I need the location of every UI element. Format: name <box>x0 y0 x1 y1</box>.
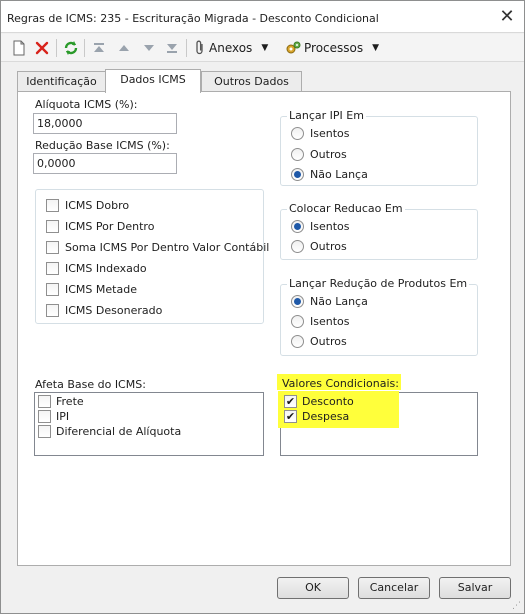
checkbox-checked[interactable]: ✔ <box>284 395 297 408</box>
paperclip-icon <box>196 40 203 55</box>
aliquota-input[interactable]: 18,0000 <box>33 113 177 134</box>
afeta-base-label: Afeta Base do ICMS: <box>35 378 146 391</box>
title-bar: Regras de ICMS: 235 - Escrituração Migra… <box>1 1 524 33</box>
afeta-base-list: Frete IPI Diferencial de Alíquota <box>34 392 264 456</box>
checkbox[interactable] <box>46 262 59 275</box>
radio[interactable] <box>291 240 304 253</box>
new-icon[interactable] <box>9 38 29 58</box>
list-item-label: Diferencial de Alíquota <box>56 425 182 438</box>
list-item[interactable]: ✔ Desconto <box>284 395 354 408</box>
list-item-label: Frete <box>56 395 84 408</box>
checkbox-icms-indexado[interactable]: ICMS Indexado <box>46 262 147 275</box>
dialog-window: Regras de ICMS: 235 - Escrituração Migra… <box>0 0 525 614</box>
next-icon[interactable] <box>139 38 159 58</box>
checkbox[interactable] <box>46 220 59 233</box>
radio-produtos-outros[interactable]: Outros <box>291 335 347 348</box>
list-item-label: Desconto <box>302 395 354 408</box>
radio-label: Outros <box>310 148 347 161</box>
checkbox-label: ICMS Metade <box>65 283 137 296</box>
lancar-ipi-title: Lançar IPI Em <box>287 109 366 122</box>
lancar-ipi-group: Lançar IPI Em Isentos Outros Não Lança <box>280 109 478 186</box>
reducao-input[interactable]: 0,0000 <box>33 153 177 174</box>
anexos-menu[interactable]: Anexos ▼ <box>194 38 268 58</box>
checkbox-label: ICMS Indexado <box>65 262 147 275</box>
checkbox-checked[interactable]: ✔ <box>284 410 297 423</box>
colocar-reducao-group: Colocar Reducao Em Isentos Outros <box>280 202 478 260</box>
radio[interactable] <box>291 220 304 233</box>
radio[interactable] <box>291 127 304 140</box>
lancar-reducao-produtos-group: Lançar Redução de Produtos Em Não Lança … <box>280 277 478 356</box>
tab-dados-icms[interactable]: Dados ICMS <box>105 69 201 93</box>
valores-condicionais-list: ✔ Desconto ✔ Despesa <box>278 391 478 456</box>
checkbox-label: ICMS Dobro <box>65 199 130 212</box>
toolbar: Anexos ▼ Processos ▼ <box>1 34 524 62</box>
refresh-icon[interactable] <box>61 38 81 58</box>
delete-icon[interactable] <box>32 38 52 58</box>
checkbox-icms-dobro[interactable]: ICMS Dobro <box>46 199 129 212</box>
checkbox-label: ICMS Por Dentro <box>65 220 155 233</box>
gears-icon <box>286 41 301 54</box>
chevron-down-icon: ▼ <box>261 43 269 53</box>
list-item-label: IPI <box>56 410 70 423</box>
first-icon[interactable] <box>89 38 109 58</box>
radio-label: Isentos <box>310 315 350 328</box>
checkbox[interactable] <box>38 410 51 423</box>
aliquota-label: Alíquota ICMS (%): <box>35 98 138 111</box>
checkbox[interactable] <box>46 304 59 317</box>
radio[interactable] <box>291 148 304 161</box>
window-title: Regras de ICMS: 235 - Escrituração Migra… <box>7 12 379 25</box>
chevron-down-icon: ▼ <box>372 43 380 53</box>
processos-label: Processos <box>304 41 364 55</box>
list-item[interactable]: Frete <box>38 395 84 408</box>
checkbox-label: ICMS Desonerado <box>65 304 163 317</box>
lancar-reducao-produtos-title: Lançar Redução de Produtos Em <box>287 277 470 290</box>
radio[interactable] <box>291 335 304 348</box>
resize-grip-icon[interactable]: ⋰ <box>512 601 522 611</box>
checkbox[interactable] <box>38 425 51 438</box>
ok-button[interactable]: OK <box>277 577 349 599</box>
icms-options-group: ICMS Dobro ICMS Por Dentro Soma ICMS Por… <box>35 189 269 324</box>
cancel-button[interactable]: Cancelar <box>358 577 430 599</box>
radio-produtos-nao-lanca[interactable]: Não Lança <box>291 295 368 308</box>
radio-produtos-isentos[interactable]: Isentos <box>291 315 350 328</box>
radio[interactable] <box>291 295 304 308</box>
checkbox-icms-metade[interactable]: ICMS Metade <box>46 283 137 296</box>
radio-reducao-outros[interactable]: Outros <box>291 240 347 253</box>
list-item[interactable]: IPI <box>38 410 69 423</box>
previous-icon[interactable] <box>114 38 134 58</box>
checkbox[interactable] <box>46 283 59 296</box>
radio-label: Outros <box>310 335 347 348</box>
radio-ipi-outros[interactable]: Outros <box>291 148 347 161</box>
radio[interactable] <box>291 315 304 328</box>
radio-label: Outros <box>310 240 347 253</box>
reducao-label: Redução Base ICMS (%): <box>35 139 170 152</box>
checkbox-label: Soma ICMS Por Dentro Valor Contábil <box>65 241 270 254</box>
checkbox-soma-icms[interactable]: Soma ICMS Por Dentro Valor Contábil <box>46 241 269 254</box>
tab-identificacao[interactable]: Identificação <box>17 71 106 92</box>
tab-outros-dados[interactable]: Outros Dados <box>201 71 302 92</box>
checkbox[interactable] <box>46 199 59 212</box>
last-icon[interactable] <box>162 38 182 58</box>
processos-menu[interactable]: Processos ▼ <box>285 38 379 58</box>
radio-label: Isentos <box>310 127 350 140</box>
list-item[interactable]: ✔ Despesa <box>284 410 349 423</box>
colocar-reducao-title: Colocar Reducao Em <box>287 202 405 215</box>
checkbox[interactable] <box>38 395 51 408</box>
radio-ipi-isentos[interactable]: Isentos <box>291 127 350 140</box>
anexos-label: Anexos <box>209 41 253 55</box>
radio[interactable] <box>291 168 304 181</box>
radio-label: Não Lança <box>310 295 368 308</box>
valores-condicionais-label: Valores Condicionais: <box>282 377 399 390</box>
close-icon[interactable]: ✕ <box>498 8 516 26</box>
radio-label: Isentos <box>310 220 350 233</box>
checkbox-icms-por-dentro[interactable]: ICMS Por Dentro <box>46 220 154 233</box>
list-item[interactable]: Diferencial de Alíquota <box>38 425 181 438</box>
radio-label: Não Lança <box>310 168 368 181</box>
list-item-label: Despesa <box>302 410 350 423</box>
checkbox[interactable] <box>46 241 59 254</box>
radio-reducao-isentos[interactable]: Isentos <box>291 220 350 233</box>
checkbox-icms-desonerado[interactable]: ICMS Desonerado <box>46 304 162 317</box>
radio-ipi-nao-lanca[interactable]: Não Lança <box>291 168 368 181</box>
save-button[interactable]: Salvar <box>439 577 511 599</box>
